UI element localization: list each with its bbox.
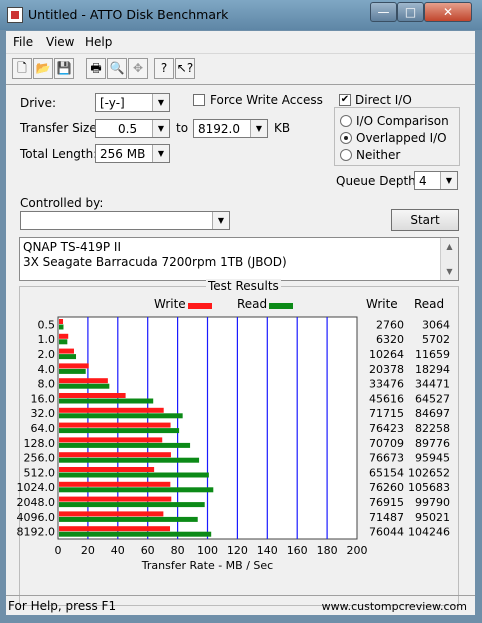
write-bar	[59, 378, 108, 384]
read-bar	[59, 339, 68, 345]
read-value: 3064	[422, 318, 450, 331]
read-value: 64527	[415, 392, 450, 405]
write-bar	[59, 319, 64, 324]
read-bar	[59, 516, 198, 522]
write-value: 20378	[369, 363, 404, 376]
x-tick-label: 20	[81, 544, 95, 557]
write-value: 2760	[376, 318, 404, 331]
x-tick-label: 80	[171, 544, 185, 557]
x-tick-label: 0	[55, 544, 62, 557]
title-bar[interactable]: Untitled - ATTO Disk Benchmark — □ ✕	[0, 0, 482, 30]
category-label: 8.0	[38, 378, 56, 391]
write-bar	[59, 467, 155, 472]
write-bar	[59, 526, 171, 532]
write-bar	[59, 422, 171, 428]
category-label: 16.0	[31, 392, 56, 405]
read-value: 5702	[422, 333, 450, 346]
write-value: 76260	[369, 481, 404, 494]
category-label: 32.0	[31, 407, 56, 420]
x-tick-label: 100	[197, 544, 218, 557]
status-bar: For Help, press F1 www.custompcreview.co…	[6, 595, 475, 616]
write-value: 76915	[369, 496, 404, 509]
category-label: 256.0	[24, 452, 56, 465]
category-label: 0.5	[38, 318, 56, 331]
read-value: 84697	[415, 407, 450, 420]
category-label: 1024.0	[17, 481, 56, 494]
write-value: 33476	[369, 378, 404, 391]
category-label: 1.0	[38, 333, 56, 346]
read-bar	[59, 487, 214, 493]
transfer-rate-chart: 0 20 40 60 80 100 120 140 160 180 200 Transfer Rate…	[17, 316, 450, 572]
read-value: 105683	[408, 481, 450, 494]
x-tick-label: 120	[227, 544, 248, 557]
window-title: Untitled - ATTO Disk Benchmark	[28, 7, 229, 22]
write-bar	[59, 452, 171, 458]
category-label: 4.0	[38, 363, 56, 376]
read-bar	[59, 442, 191, 448]
read-value: 104246	[408, 526, 450, 539]
read-value: 89776	[415, 437, 450, 450]
app-icon	[7, 7, 23, 23]
write-value: 45616	[369, 392, 404, 405]
write-value: 65154	[369, 466, 404, 479]
read-bar	[59, 428, 180, 434]
read-value: 102652	[408, 466, 450, 479]
read-value: 82258	[415, 422, 450, 435]
read-bar	[59, 472, 209, 478]
x-tick-label: 180	[317, 544, 338, 557]
category-label: 4096.0	[17, 511, 56, 524]
read-value: 18294	[415, 363, 450, 376]
x-tick-label: 140	[257, 544, 278, 557]
read-bar	[59, 531, 212, 537]
write-value: 6320	[376, 333, 404, 346]
category-label: 512.0	[24, 466, 56, 479]
write-bar	[59, 333, 69, 339]
read-bar	[59, 383, 110, 389]
write-bar	[59, 407, 164, 413]
write-value: 76423	[369, 422, 404, 435]
category-label: 2.0	[38, 348, 56, 361]
read-value: 34471	[415, 378, 450, 391]
write-bar	[59, 437, 163, 443]
app-window: Untitled - ATTO Disk Benchmark — □ ✕ Fil…	[0, 0, 482, 623]
client-area: File View Help 🗋 📂 💾 🖶 🔍 ✥ ? ↖? Drive: […	[6, 31, 475, 615]
minimize-button[interactable]: —	[370, 2, 397, 22]
x-tick-label: 200	[347, 544, 368, 557]
x-tick-label: 60	[141, 544, 155, 557]
write-bar	[59, 363, 89, 369]
read-bar	[59, 502, 205, 508]
write-value: 10264	[369, 348, 404, 361]
watermark-text: www.custompcreview.com	[321, 600, 467, 613]
read-bar	[59, 368, 86, 374]
close-button[interactable]: ✕	[424, 2, 472, 22]
status-help-text: For Help, press F1	[8, 599, 117, 613]
write-bar	[59, 496, 172, 502]
read-value: 95945	[415, 452, 450, 465]
read-value: 95021	[415, 511, 450, 524]
read-bar	[59, 354, 77, 360]
write-value: 76673	[369, 452, 404, 465]
write-bar	[59, 511, 164, 517]
read-bar	[59, 324, 64, 330]
category-label: 64.0	[31, 422, 56, 435]
category-label: 2048.0	[17, 496, 56, 509]
maximize-button[interactable]: □	[397, 2, 424, 22]
x-tick-label: 40	[111, 544, 125, 557]
write-bar	[59, 481, 171, 487]
x-axis-label: Transfer Rate - MB / Sec	[141, 559, 273, 572]
read-value: 11659	[415, 348, 450, 361]
write-value: 70709	[369, 437, 404, 450]
category-label: 128.0	[24, 437, 56, 450]
write-value: 71715	[369, 407, 404, 420]
read-bar	[59, 398, 154, 404]
write-bar	[59, 393, 126, 398]
x-tick-label: 160	[287, 544, 308, 557]
read-bar	[59, 457, 200, 463]
read-value: 99790	[415, 496, 450, 509]
write-bar	[59, 348, 74, 354]
read-bar	[59, 413, 183, 419]
write-value: 71487	[369, 511, 404, 524]
category-label: 8192.0	[17, 526, 56, 539]
write-value: 76044	[369, 526, 404, 539]
